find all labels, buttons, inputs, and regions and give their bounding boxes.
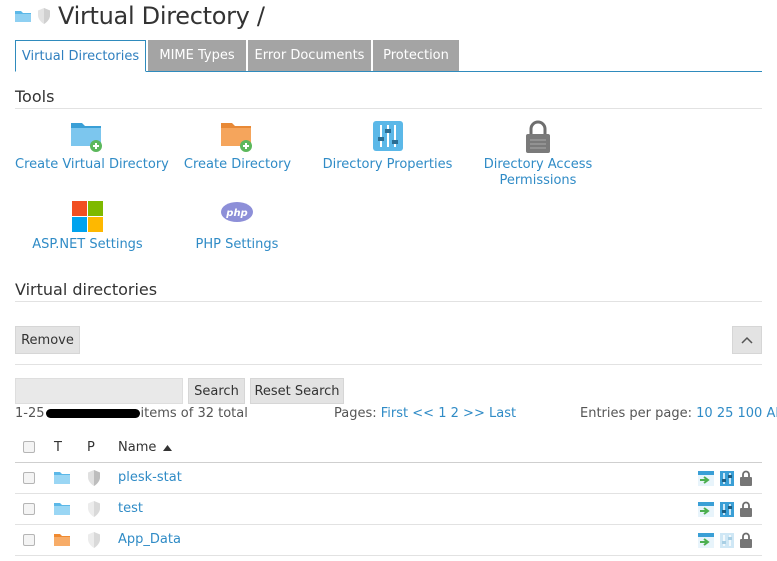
- directory-access-permissions-label-line1: Directory Access: [483, 157, 593, 172]
- divider: [15, 364, 762, 365]
- page-title: Virtual Directory /: [58, 2, 265, 30]
- row-checkbox[interactable]: [23, 503, 35, 515]
- entries-per-page: Entries per page: 10 25 100 All: [580, 406, 777, 421]
- entries-100-link[interactable]: 100: [738, 406, 763, 421]
- create-virtual-directory-tool[interactable]: Create Virtual Directory: [15, 118, 169, 178]
- create-directory-tool[interactable]: Create Directory: [180, 118, 295, 178]
- page-2-link[interactable]: 2: [451, 406, 459, 421]
- collapse-button[interactable]: [732, 326, 762, 354]
- tools-heading: Tools: [15, 87, 55, 106]
- items-total: items of 32 total: [140, 406, 248, 421]
- svg-text:php: php: [225, 208, 247, 219]
- row-divider: [15, 493, 762, 494]
- folder-add-icon: [221, 123, 252, 152]
- php-settings-tool[interactable]: php PHP Settings: [187, 198, 287, 258]
- select-all-checkbox[interactable]: [23, 441, 35, 453]
- lock-icon: [526, 120, 550, 153]
- open-in-browser-icon[interactable]: [698, 471, 714, 486]
- items-range: 1-25: [15, 406, 45, 421]
- shield-icon: [88, 470, 100, 486]
- column-header-permissions: P: [87, 440, 95, 455]
- open-in-browser-icon[interactable]: [698, 533, 714, 548]
- shield-icon: [38, 8, 50, 24]
- lock-icon[interactable]: [740, 470, 752, 486]
- row-divider: [15, 555, 762, 556]
- sort-ascending-icon: [162, 444, 172, 451]
- windows-logo-icon: [72, 201, 103, 232]
- entries-10-link[interactable]: 10: [696, 406, 713, 421]
- chevron-up-icon: [741, 336, 753, 344]
- shield-icon: [88, 501, 100, 517]
- items-count: 1-25 items of 32 total: [15, 406, 248, 421]
- directory-properties-tool[interactable]: Directory Properties: [320, 118, 455, 178]
- entries-all-link[interactable]: All: [766, 406, 777, 421]
- tab-error-documents[interactable]: Error Documents: [248, 40, 371, 71]
- table-header-divider: [15, 462, 762, 463]
- tab-bar: Virtual Directories MIME Types Error Doc…: [15, 40, 762, 72]
- page-header: Virtual Directory /: [15, 2, 265, 30]
- page-next-link[interactable]: >>: [463, 406, 485, 421]
- redaction-mark: [45, 409, 140, 418]
- row-divider: [15, 524, 762, 525]
- folder-icon: [15, 11, 31, 22]
- page-1-link[interactable]: 1: [438, 406, 446, 421]
- settings-icon[interactable]: [720, 471, 734, 486]
- row-name-link[interactable]: test: [118, 501, 143, 516]
- folder-icon: [54, 472, 70, 484]
- settings-icon-disabled: [720, 533, 734, 548]
- open-in-browser-icon[interactable]: [698, 502, 714, 517]
- folder-add-icon: [71, 123, 102, 152]
- column-header-name-label: Name: [118, 440, 157, 455]
- create-virtual-directory-label: Create Virtual Directory: [15, 157, 169, 172]
- divider: [15, 301, 762, 302]
- virtual-directories-heading: Virtual directories: [15, 280, 158, 299]
- row-checkbox[interactable]: [23, 534, 35, 546]
- page-last-link[interactable]: Last: [489, 406, 516, 421]
- search-button[interactable]: Search: [188, 378, 245, 404]
- folder-icon: [54, 503, 70, 515]
- pages-label: Pages:: [334, 406, 377, 421]
- directory-properties-label: Directory Properties: [322, 157, 453, 172]
- tab-virtual-directories[interactable]: Virtual Directories: [15, 40, 146, 72]
- create-directory-label: Create Directory: [183, 157, 292, 172]
- directory-access-permissions-label-line2: Permissions: [499, 173, 577, 188]
- folder-icon: [54, 534, 70, 546]
- lock-icon[interactable]: [740, 501, 752, 517]
- aspnet-settings-label: ASP.NET Settings: [32, 237, 143, 252]
- sliders-icon: [373, 121, 403, 151]
- column-header-name[interactable]: Name: [118, 440, 172, 455]
- row-name-link[interactable]: plesk-stat: [118, 470, 182, 485]
- lock-icon[interactable]: [740, 532, 752, 548]
- search-input[interactable]: [15, 378, 183, 404]
- tab-mime-types[interactable]: MIME Types: [148, 40, 246, 71]
- remove-button[interactable]: Remove: [15, 326, 80, 354]
- shield-icon: [88, 532, 100, 548]
- row-checkbox[interactable]: [23, 472, 35, 484]
- column-header-type: T: [54, 440, 62, 455]
- row-name-link[interactable]: App_Data: [118, 532, 181, 547]
- tab-protection[interactable]: Protection: [373, 40, 459, 71]
- page-prev-link[interactable]: <<: [412, 406, 434, 421]
- entries-label: Entries per page:: [580, 406, 692, 421]
- php-settings-label: PHP Settings: [195, 237, 279, 252]
- divider: [15, 108, 762, 109]
- settings-icon[interactable]: [720, 502, 734, 517]
- page-first-link[interactable]: First: [381, 406, 408, 421]
- entries-25-link[interactable]: 25: [717, 406, 734, 421]
- pagination: Pages: First << 1 2 >> Last: [334, 406, 516, 421]
- php-icon: php: [221, 202, 253, 222]
- aspnet-settings-tool[interactable]: ASP.NET Settings: [25, 198, 150, 258]
- directory-access-permissions-tool[interactable]: Directory Access Permissions: [478, 118, 598, 190]
- reset-search-button[interactable]: Reset Search: [250, 378, 344, 404]
